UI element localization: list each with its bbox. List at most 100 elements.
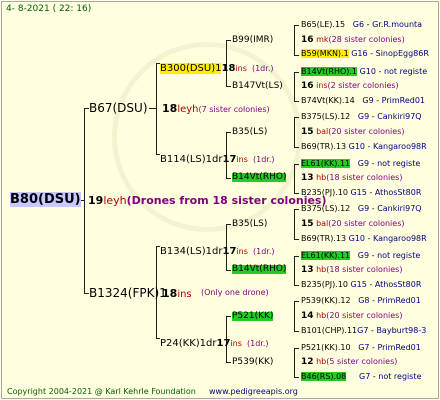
gen5-pedigree[interactable]: AthosSt80R <box>375 188 422 197</box>
gen5-row: B65(LE).15 G6 - Gr.R.mounta <box>301 20 423 29</box>
gen5-mating-label: (20 sister colonies) <box>328 127 405 136</box>
gen5-row: B69(TR).13 G10 - Kangaroo98R <box>301 142 427 151</box>
gen2-mating-label: (7 sister colonies) <box>198 105 270 114</box>
gen5-node[interactable]: B69(TR).13 <box>301 234 346 243</box>
gen5-gen-code: G15 <box>350 188 367 197</box>
gen5-mating-num: 16 <box>301 81 314 91</box>
gen5-pedigree[interactable]: not registe <box>384 67 427 76</box>
gen5-mating-ins: hb <box>316 173 327 182</box>
gen5-mating: 16 ins(2 sister colonies) <box>301 82 399 91</box>
gen3-node[interactable]: B114(LS)1dr <box>160 154 223 165</box>
gen5-pedigree[interactable]: Bayburt98-3 <box>376 326 426 335</box>
gen5-pedigree[interactable]: Kangaroo98R <box>373 234 427 243</box>
gen5-pedigree[interactable]: AthosSt80R <box>375 280 422 289</box>
connector <box>226 178 231 179</box>
gen3-node[interactable]: B134(LS)1dr <box>160 246 223 257</box>
gen2-node[interactable]: B1324(FPK)1 <box>89 287 167 299</box>
gen2-node[interactable]: B67(DSU) <box>89 102 148 114</box>
gen5-node[interactable]: EL61(KK).11 <box>301 251 351 260</box>
gen4-node[interactable]: B14Vt(RHO) <box>232 173 287 182</box>
gen5-row: B375(LS).12 G9 - Cankiri97Q <box>301 204 422 213</box>
gen5-pedigree[interactable]: PrimRed01 <box>377 343 420 352</box>
gen4-node[interactable]: B35(LS) <box>232 220 267 229</box>
root-node[interactable]: B80(DSU) <box>10 192 81 207</box>
gen5-pedigree[interactable]: PrimRed01 <box>377 296 420 305</box>
gen5-pedigree[interactable]: not registe <box>378 372 421 381</box>
gen5-node[interactable]: B69(TR).13 <box>301 142 346 151</box>
gen3-mating-ins: ins <box>235 64 247 73</box>
gen5-node[interactable]: B46(RS).08 <box>301 372 347 381</box>
gen5-mating-label: (28 sister colonies) <box>328 35 405 44</box>
gen5-mating: 13 hb(18 sister colonies) <box>301 174 402 183</box>
gen3-mating-label: (1dr.) <box>252 247 275 256</box>
gen4-node[interactable]: P521(KK) <box>232 312 274 321</box>
root-mating-num: 19 <box>88 194 104 207</box>
connector <box>226 316 231 317</box>
chart-date: 4- 8-2021 ( 22: 16) <box>6 4 92 14</box>
gen5-mating-ins: hb <box>316 357 327 366</box>
gen5-row: P521(KK).10 G7 - PrimRed01 <box>301 343 421 352</box>
connector <box>294 55 299 56</box>
gen5-node[interactable]: B74Vt(KK).14 <box>301 96 355 105</box>
gen4-node[interactable]: B147Vt(LS) <box>232 82 283 91</box>
gen5-node[interactable]: B59(MKN).1 <box>301 49 349 58</box>
gen5-mating-label: (20 sister colonies) <box>328 219 405 228</box>
gen5-mating-ins: ins <box>316 81 328 90</box>
gen5-mating-ins: bal <box>316 219 329 228</box>
gen5-node[interactable]: B14Vt(RHO).1 <box>301 67 358 76</box>
gen5-mating-num: 15 <box>301 127 314 137</box>
gen4-node[interactable]: B14Vt(RHO) <box>232 265 287 274</box>
connector <box>294 25 299 26</box>
gen5-pedigree[interactable]: Kangaroo98R <box>373 142 427 151</box>
gen5-pedigree[interactable]: PrimRed01 <box>382 96 425 105</box>
gen3-node[interactable]: B300(DSU)1 <box>160 63 222 74</box>
gen5-node[interactable]: B375(LS).12 <box>301 112 350 121</box>
gen5-gen-code: G10 <box>348 234 366 243</box>
gen5-gen-code: G16 <box>351 49 368 58</box>
gen5-node[interactable]: P521(KK).10 <box>301 343 351 352</box>
gen4-node[interactable]: P539(KK) <box>232 358 273 367</box>
gen5-gen-code: G9 <box>357 251 370 260</box>
gen5-mating-label: (18 sister colonies) <box>326 265 403 274</box>
connector <box>226 86 231 87</box>
gen4-node[interactable]: B99(IMR) <box>232 36 273 45</box>
connector <box>294 348 295 378</box>
gen4-node[interactable]: B35(LS) <box>232 128 267 137</box>
gen5-row: EL61(KK).11 G9 - not registe <box>301 251 421 260</box>
gen5-pedigree[interactable]: not registe <box>377 159 420 168</box>
connector <box>294 72 299 73</box>
gen5-pedigree[interactable]: Cankiri97Q <box>377 112 421 121</box>
gen5-node[interactable]: EL61(KK).11 <box>301 159 351 168</box>
gen5-mating-num: 12 <box>301 357 314 367</box>
gen5-row: B59(MKN).1 G16 - SinopEgg86R <box>301 49 429 58</box>
connector <box>294 72 295 102</box>
gen5-gen-code: G15 <box>350 280 367 289</box>
gen3-node[interactable]: P24(KK)1dr <box>160 338 217 349</box>
gen5-node[interactable]: P539(KK).12 <box>301 296 351 305</box>
gen5-node[interactable]: B375(LS).12 <box>301 204 350 213</box>
gen3-row: B300(DSU)118ins (1dr.) <box>160 58 273 74</box>
gen5-node[interactable]: B65(LE).15 <box>301 20 345 29</box>
gen5-gen-code: G9 <box>362 96 374 105</box>
gen3-mating-label: (1dr.) <box>252 155 275 164</box>
gen5-pedigree[interactable]: SinopEgg86R <box>376 49 429 58</box>
gen5-node[interactable]: B101(CHP).11 <box>301 326 357 335</box>
root-mating: 19leyh(Drones from 18 sister colonies) <box>88 195 327 206</box>
gen5-pedigree[interactable]: not registe <box>377 251 420 260</box>
gen5-mating-num: 13 <box>301 265 314 275</box>
gen5-pedigree[interactable]: Cankiri97Q <box>377 204 421 213</box>
gen5-pedigree[interactable]: Gr.R.mounta <box>372 20 422 29</box>
gen5-row: B46(RS).08 G7 - not registe <box>301 372 422 381</box>
gen2-mating: 18leyh(7 sister colonies) <box>162 103 270 115</box>
gen5-gen-code: G8 <box>358 296 370 305</box>
gen5-row: B235(PJ).10 G15 - AthosSt80R <box>301 188 422 197</box>
gen5-mating: 14 hb(20 sister colonies) <box>301 312 402 321</box>
pedigree-chart: 4- 8-2021 ( 22: 16) Copyright 2004-2021 … <box>1 1 439 399</box>
connector <box>294 147 299 148</box>
gen5-node[interactable]: B235(PJ).10 <box>301 280 348 289</box>
gen5-node[interactable]: B235(PJ).10 <box>301 188 348 197</box>
connector <box>294 209 295 240</box>
gen3-row: B134(LS)1dr17ins (1dr.) <box>160 241 275 257</box>
website-link[interactable]: www.pedigreeapis.org <box>209 388 298 396</box>
gen5-mating: 16 mk(28 sister colonies) <box>301 36 405 45</box>
